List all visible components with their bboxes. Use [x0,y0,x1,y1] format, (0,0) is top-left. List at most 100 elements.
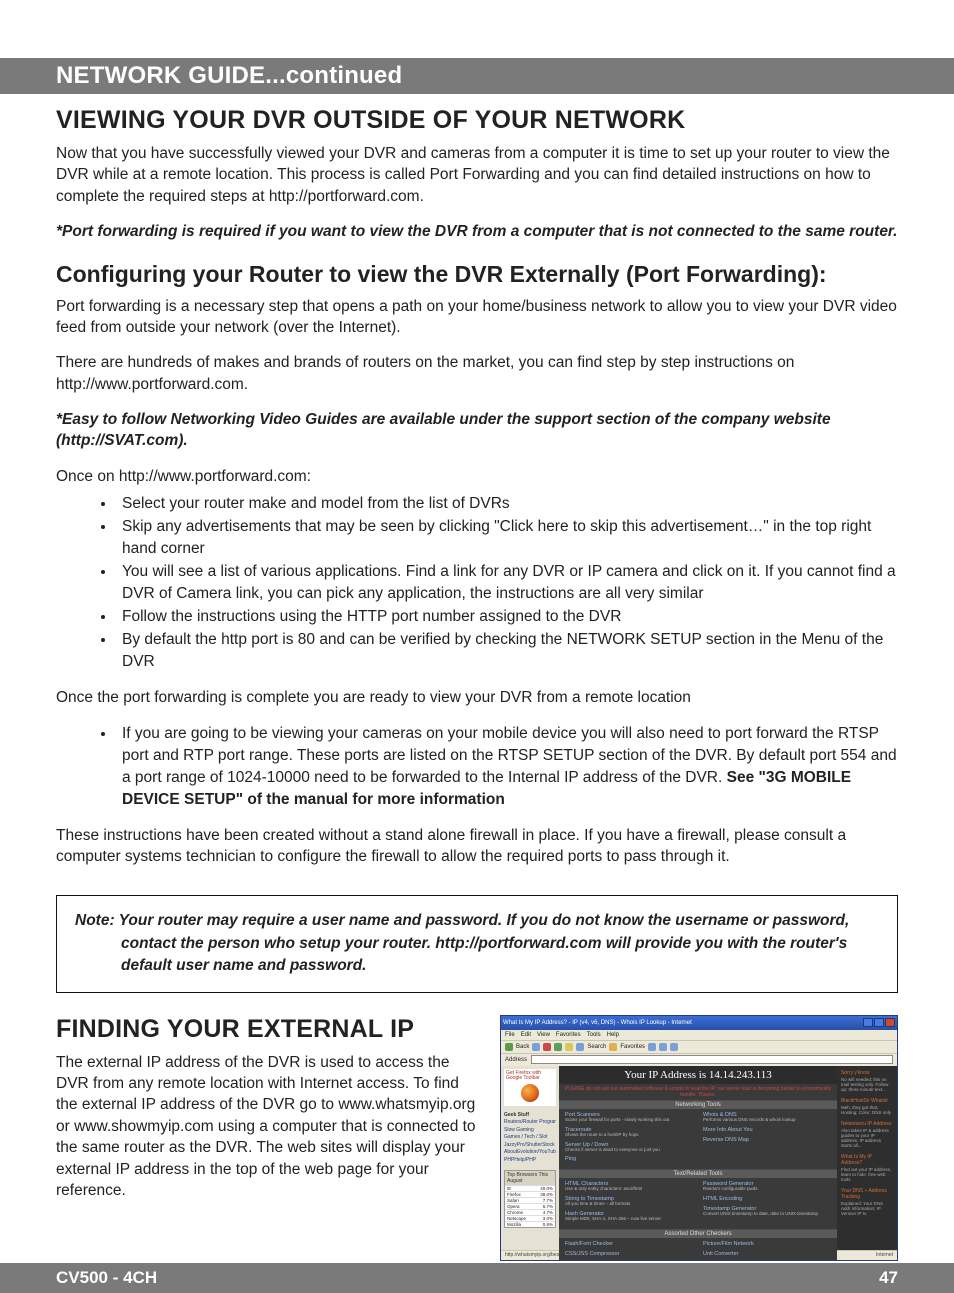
tool-desc: Convert UNIX timestamp to date, date to … [703,1212,831,1217]
address-bar: Address [501,1054,897,1066]
section1-note: *Port forwarding is required if you want… [56,221,898,242]
section3-text: FINDING YOUR EXTERNAL IP The external IP… [56,1015,478,1261]
tool-link[interactable]: HTML Encoding [703,1196,831,1202]
panel-title-text: Text/Related Tools [559,1170,837,1178]
sidebar-right: Sorry y'knowNo wifi needed; this on mail… [837,1066,897,1250]
tool-link[interactable]: Ping [565,1156,693,1162]
section2-heading: Configuring your Router to view the DVR … [56,261,898,288]
address-label: Address [505,1057,527,1063]
sidebar-link[interactable]: Routers/Router Programs [504,1119,556,1127]
ad-text: Find out your IP address, learn to hide,… [841,1167,893,1182]
tool-desc: Random configurable pwds [703,1187,831,1192]
sidebar-link[interactable]: AboutEvolution/YouTube [504,1149,556,1157]
list-item: Select your router make and model from t… [116,493,898,515]
ad-heading[interactable]: Your DNS + Address Tracking [841,1188,893,1200]
mail-icon[interactable] [659,1043,667,1051]
footer-model: CV500 - 4CH [56,1268,157,1288]
menu-item[interactable]: Help [607,1032,619,1038]
tool-link[interactable]: More Info About You [703,1127,831,1133]
section1-heading: VIEWING YOUR DVR OUTSIDE OF YOUR NETWORK [56,106,898,135]
maximize-button[interactable] [874,1018,884,1027]
back-icon[interactable] [505,1043,513,1051]
warning-text: PLEASE do not use our automated software… [559,1084,837,1100]
ad-text: Explained: Your DNS Addr information; IP… [841,1201,893,1216]
note-box-text: Note: Your router may require a user nam… [75,910,879,977]
sidebar-header: Geek Stuff [504,1112,556,1120]
section1-p1: Now that you have successfully viewed yo… [56,143,898,207]
menu-item[interactable]: View [537,1032,550,1038]
note-box: Note: Your router may require a user nam… [56,895,898,992]
ad-text: Meh, they got that; Hosting; Color; DNS … [841,1105,893,1115]
tool-link[interactable]: Unit Converter [703,1251,831,1257]
section3-row: FINDING YOUR EXTERNAL IP The external IP… [56,1015,898,1261]
header-bar: NETWORK GUIDE...continued [0,58,954,94]
menu-item[interactable]: File [505,1032,515,1038]
status-right: Internet [876,1252,893,1258]
window-title: What Is My IP Address? - IP (v4, v6, DNS… [503,1020,692,1026]
table-row: Mozilla0.9% [505,1221,555,1227]
refresh-icon[interactable] [554,1043,562,1051]
panel-networking: Port ScannersScans your firewall for por… [559,1109,837,1170]
content-area: VIEWING YOUR DVR OUTSIDE OF YOUR NETWORK… [0,94,954,1261]
search-icon[interactable] [576,1043,584,1051]
tool-desc: Use & only entity characters: ascii/html [565,1187,693,1192]
menu-item[interactable]: Favorites [556,1032,581,1038]
address-input[interactable] [531,1055,893,1064]
list-item: Skip any advertisements that may be seen… [116,516,898,560]
tool-desc: Shows the route to a host/IP by hops [565,1133,693,1138]
section2-list2: If you are going to be viewing your came… [116,723,898,811]
list-item: You will see a list of various applicati… [116,561,898,605]
sidebar-link[interactable]: JazzyPro/ShutterStock &... [504,1142,556,1150]
menu-item[interactable]: Tools [587,1032,601,1038]
browser-toolbar: Back Search Favorites [501,1040,897,1054]
list-item: If you are going to be viewing your came… [116,723,898,811]
section2-p2: There are hundreds of makes and brands o… [56,352,898,395]
search-label: Search [587,1044,606,1050]
ad-heading[interactable]: Netsetsecu IP Address [841,1121,893,1127]
status-left: http://whatsmyip.org/best [505,1252,561,1258]
favorites-icon[interactable] [609,1043,617,1051]
tool-desc: Scans your firewall for ports - slowly w… [565,1118,693,1123]
ad-heading[interactable]: What Is My IP Address? [841,1154,893,1166]
ad-heading[interactable]: Sorry y'know [841,1070,893,1076]
panel-title-networking: Networking Tools [559,1101,837,1109]
section2-list1: Select your router make and model from t… [116,493,898,673]
section2-p5: These instructions have been created wit… [56,825,898,868]
promo-text: Get Firefox with Google Toolbar [506,1070,541,1082]
tool-desc: Performs various DNS records & whois loo… [703,1118,831,1123]
minimize-button[interactable] [863,1018,873,1027]
window-titlebar: What Is My IP Address? - IP (v4, v6, DNS… [501,1016,897,1030]
home-icon[interactable] [565,1043,573,1051]
browsers-box: Top Browsers This August IE40.0% Firefox… [504,1170,556,1228]
sidebar-link[interactable]: PHPHelp/PHP [504,1157,556,1165]
page-body: Get Firefox with Google Toolbar Geek Stu… [501,1066,897,1250]
tool-link[interactable]: Reverse DNS Map [703,1137,831,1143]
menu-item[interactable]: Edit [521,1032,531,1038]
section2-p1: Port forwarding is a necessary step that… [56,296,898,339]
favorites-label: Favorites [620,1044,645,1050]
close-button[interactable] [885,1018,895,1027]
firefox-icon [521,1084,539,1102]
sidebar-left: Get Firefox with Google Toolbar Geek Stu… [501,1066,559,1250]
page-main: Your IP Address is 14.14.243.113 PLEASE … [559,1066,837,1250]
panel-other: Flash/Font Checker CSS/JSS Compressor Ma… [559,1238,837,1260]
window-controls [863,1018,895,1027]
forward-icon[interactable] [532,1043,540,1051]
sidebar-link[interactable]: Games / Tech / Slot [504,1134,556,1142]
stop-icon[interactable] [543,1043,551,1051]
page-header: NETWORK GUIDE...continued [56,62,402,90]
tool-link[interactable]: Picture/Film Network [703,1241,831,1247]
history-icon[interactable] [648,1043,656,1051]
ad-text: Also takes IP & address guides to your I… [841,1128,893,1148]
print-icon[interactable] [670,1043,678,1051]
firefox-promo[interactable]: Get Firefox with Google Toolbar [504,1069,556,1106]
list-item: Follow the instructions using the HTTP p… [116,606,898,628]
sidebar-link[interactable]: Slow Gaming [504,1127,556,1135]
tool-link[interactable]: Flash/Font Checker [565,1241,693,1247]
section3-heading: FINDING YOUR EXTERNAL IP [56,1015,478,1044]
list-item: By default the http port is 80 and can b… [116,629,898,673]
ad-heading[interactable]: BlackHostSir Whatsit [841,1098,893,1104]
tool-link[interactable]: CSS/JSS Compressor [565,1251,693,1257]
section2-p4: Once the port forwarding is complete you… [56,687,898,708]
ad-text: No wifi needed; this on mail testing onl… [841,1077,893,1092]
